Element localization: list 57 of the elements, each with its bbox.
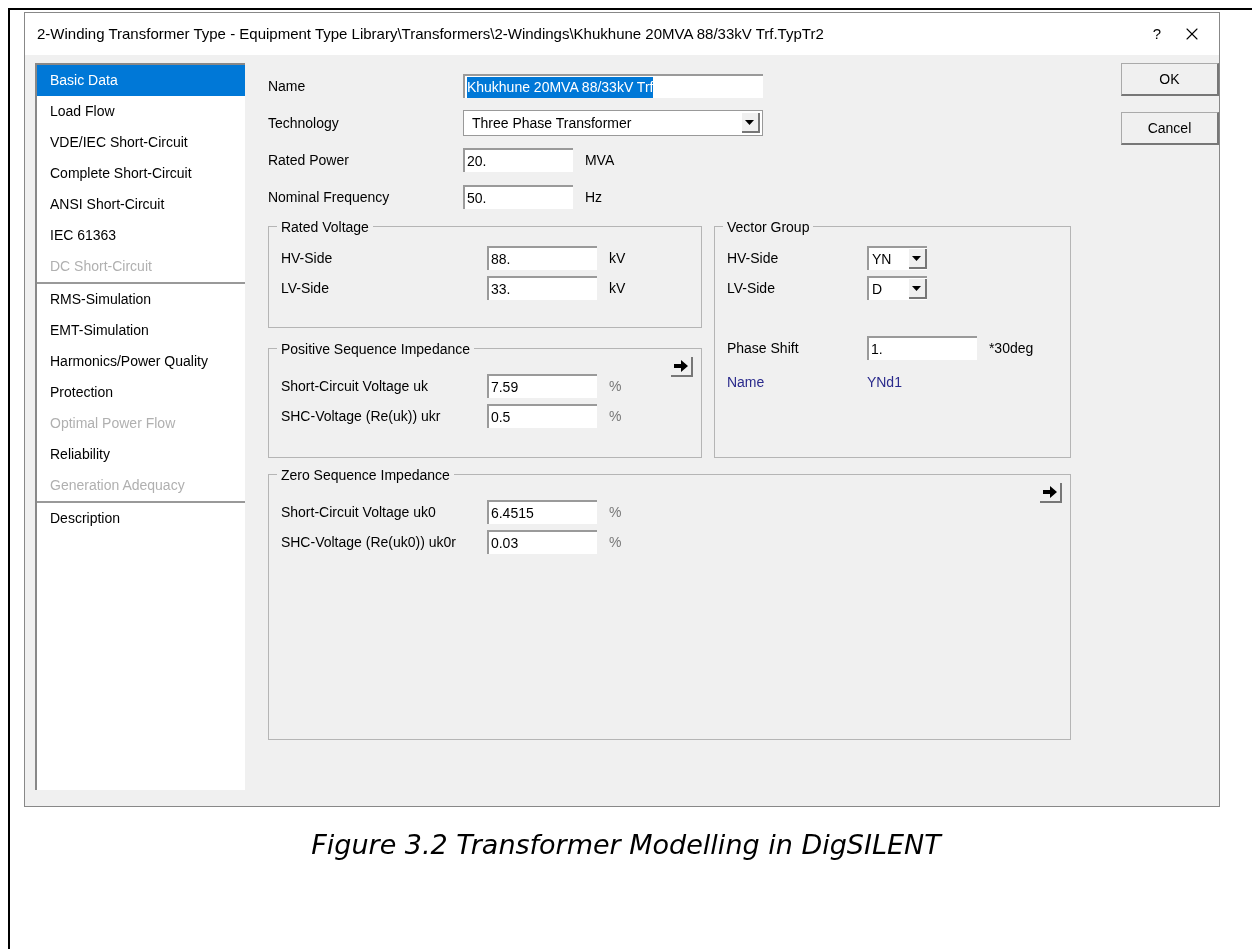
input-field[interactable]: 20.: [462, 148, 573, 172]
dropdown[interactable]: D: [866, 276, 927, 300]
sidebar-item[interactable]: Description: [37, 503, 245, 534]
unit-label: %: [608, 532, 622, 552]
field-label: LV-Side: [726, 278, 776, 298]
input-field[interactable]: 6.4515: [486, 500, 597, 524]
sidebar-item[interactable]: Complete Short-Circuit: [37, 158, 245, 189]
input-field[interactable]: 33.: [486, 276, 597, 300]
dropdown[interactable]: YN: [866, 246, 927, 270]
field-label: Short-Circuit Voltage uk0: [280, 502, 437, 522]
unit-label: MVA: [584, 150, 615, 170]
field-label: LV-Side: [280, 278, 330, 298]
field-label: Name: [267, 76, 307, 96]
dialog-button[interactable]: Cancel: [1120, 112, 1219, 145]
window-title: 2-Winding Transformer Type - Equipment Type Library\Transformers\2-Windings\Khukhune 20MVA 88/33kV Trf.TypTr2: [37, 23, 825, 44]
unit-label: Hz: [584, 187, 603, 207]
field-label: Nominal Frequency: [267, 187, 391, 207]
field-label: HV-Side: [280, 248, 334, 268]
help-button[interactable]: ?: [1137, 22, 1177, 46]
sidebar-item[interactable]: VDE/IEC Short-Circuit: [37, 127, 245, 158]
unit-label: %: [608, 502, 622, 522]
sidebar-item[interactable]: IEC 61363: [37, 220, 245, 251]
input-field[interactable]: 0.5: [486, 404, 597, 428]
input-field[interactable]: 1.: [866, 336, 977, 360]
sidebar-item[interactable]: EMT-Simulation: [37, 315, 245, 346]
dialog-button[interactable]: OK: [1120, 63, 1219, 96]
input-field[interactable]: Khukhune 20MVA 88/33kV Trf: [462, 74, 763, 98]
field-label: Short-Circuit Voltage uk: [280, 376, 429, 396]
dropdown[interactable]: Three Phase Transformer: [462, 110, 763, 136]
dropdown-caret-icon: [745, 119, 755, 125]
unit-label: kV: [608, 278, 626, 298]
input-field[interactable]: 0.03: [486, 530, 597, 554]
dropdown-caret-icon: [912, 285, 922, 291]
sidebar-item[interactable]: Reliability: [37, 439, 245, 470]
vector-group-name: YNd1: [866, 372, 902, 392]
input-field[interactable]: 88.: [486, 246, 597, 270]
field-label: Rated Power: [267, 150, 350, 170]
sidebar-item[interactable]: ANSI Short-Circuit: [37, 189, 245, 220]
sidebar-item[interactable]: Load Flow: [37, 96, 245, 127]
unit-label: *30deg: [988, 338, 1034, 358]
sidebar-item[interactable]: Harmonics/Power Quality: [37, 346, 245, 377]
sidebar-item[interactable]: RMS-Simulation: [37, 284, 245, 315]
input-field[interactable]: 7.59: [486, 374, 597, 398]
field-label: Name: [726, 372, 766, 392]
input-field[interactable]: 50.: [462, 185, 573, 209]
figure-caption: Figure 3.2 Transformer Modelling in DigSILENT: [311, 829, 941, 860]
sidebar-item[interactable]: Basic Data: [37, 65, 245, 96]
field-label: SHC-Voltage (Re(uk0)) uk0r: [280, 532, 457, 552]
dropdown-caret-icon: [912, 255, 922, 261]
field-label: SHC-Voltage (Re(uk)) ukr: [280, 406, 442, 426]
field-label: Phase Shift: [726, 338, 800, 358]
unit-label: kV: [608, 248, 626, 268]
unit-label: %: [608, 406, 622, 426]
field-label: HV-Side: [726, 248, 780, 268]
unit-label: %: [608, 376, 622, 396]
field-label: Technology: [267, 113, 340, 133]
sidebar-item[interactable]: Protection: [37, 377, 245, 408]
